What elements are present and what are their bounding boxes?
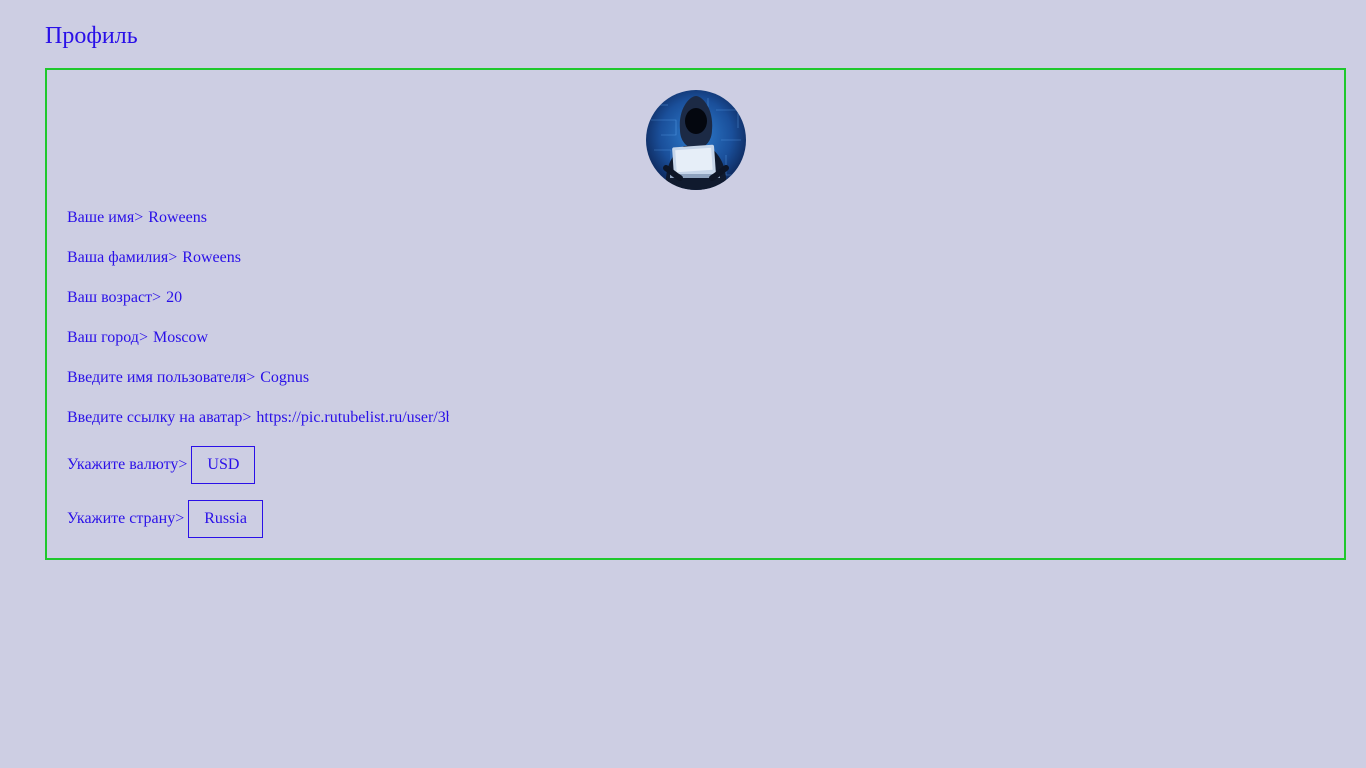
- username-value[interactable]: Cognus: [260, 368, 309, 388]
- field-avatar-link: Введите ссылку на аватар> https://pic.ru…: [67, 408, 449, 428]
- avatar-link-label: Введите ссылку на аватар>: [67, 409, 252, 426]
- hooded-hacker-avatar-icon: [646, 90, 746, 190]
- first-name-label: Ваше имя>: [67, 209, 144, 226]
- profile-panel: Ваше имя> Roweens Ваша фамилия> Roweens …: [45, 68, 1346, 560]
- currency-select[interactable]: USD: [191, 446, 256, 484]
- field-city: Ваш город> Moscow: [67, 328, 208, 348]
- country-select[interactable]: Russia: [188, 500, 263, 538]
- field-country: Укажите страну> Russia: [67, 500, 263, 538]
- age-label: Ваш возраст>: [67, 289, 162, 306]
- first-name-value[interactable]: Roweens: [148, 208, 207, 228]
- city-label: Ваш город>: [67, 329, 148, 346]
- currency-label: Укажите валюту>: [67, 456, 188, 473]
- field-first-name: Ваше имя> Roweens: [67, 208, 207, 228]
- last-name-value[interactable]: Roweens: [182, 248, 241, 268]
- field-username: Введите имя пользователя> Cognus: [67, 368, 309, 388]
- country-label: Укажите страну>: [67, 510, 185, 527]
- avatar: [646, 90, 746, 190]
- last-name-label: Ваша фамилия>: [67, 249, 178, 266]
- page-title: Профиль: [45, 23, 138, 49]
- city-value[interactable]: Moscow: [153, 328, 208, 348]
- username-label: Введите имя пользователя>: [67, 369, 256, 386]
- field-age: Ваш возраст> 20: [67, 288, 182, 308]
- avatar-link-value[interactable]: https://pic.rutubelist.ru/user/3b: [256, 408, 449, 428]
- field-currency: Укажите валюту> USD: [67, 446, 256, 484]
- field-last-name: Ваша фамилия> Roweens: [67, 248, 241, 268]
- age-value[interactable]: 20: [166, 288, 182, 308]
